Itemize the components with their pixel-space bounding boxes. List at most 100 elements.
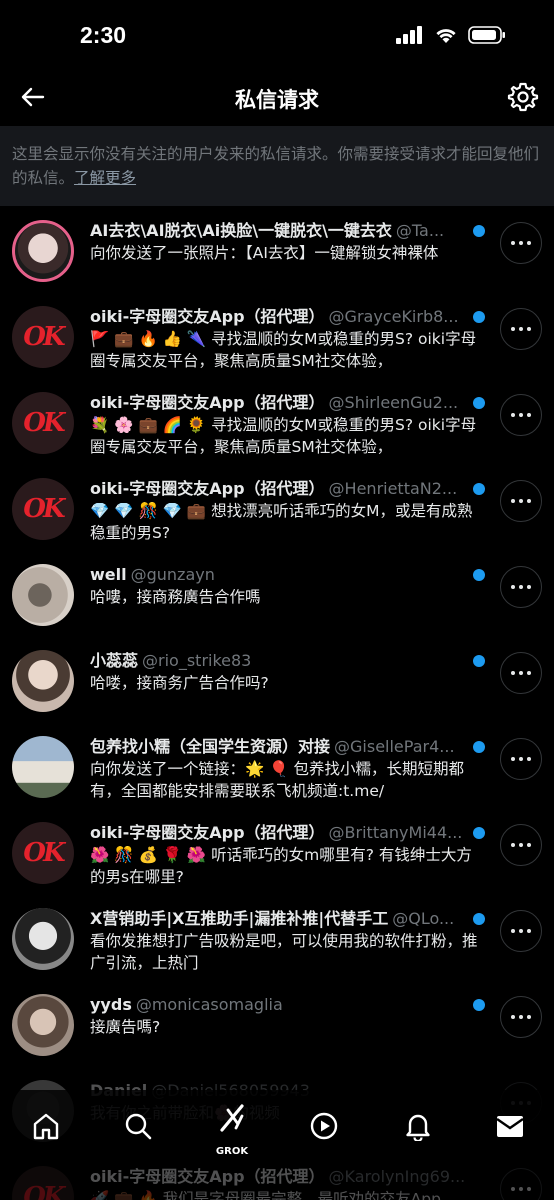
more-dot [527,757,531,761]
request-row[interactable]: OK oiki-字母圈交友App（招代理） @GrayceKirb8... 🚩 💼 🔥… [0,294,554,380]
request-row[interactable]: 小蕊蕊 @rio_strike83 哈喽，接商务广告合作吗? [0,638,554,724]
sender-name: AI去衣\AI脱衣\Ai换脸\一键脱衣\一键去衣 [90,221,392,240]
more-dot [519,1187,523,1191]
more-dot [519,757,523,761]
mail-icon [496,1116,524,1137]
bell-icon [406,1114,430,1141]
more-options-button[interactable] [500,824,542,866]
more-dot [519,843,523,847]
sender-name: X营销助手|X互推助手|漏推补推|代替手工 [90,909,389,928]
message-preview: 💐 🌸 💼 🌈 🌻 寻找温顺的女M或稳重的男S? oiki字母圈专属交友平台，聚… [90,416,477,456]
request-content: 包养找小糯（全国学生资源）对接 @GisellePar4... 向你发送了一个链接：… [90,736,482,802]
more-options-button[interactable] [500,394,542,436]
request-content: oiki-字母圈交友App（招代理） @ShirleenGu2... 💐 🌸 💼 🌈… [90,392,482,458]
more-dot [519,1015,523,1019]
sender-handle: @rio_strike83 [142,651,252,670]
request-content: oiki-字母圈交友App（招代理） @BrittanyMi44... 🌺 🎊 💰 … [90,822,482,888]
more-dot [511,413,515,417]
more-options-button[interactable] [500,738,542,780]
request-row[interactable]: OK oiki-字母圈交友App（招代理） @HenriettaN2... 💎 💎 🎊… [0,466,554,552]
unread-dot [473,225,485,237]
request-content: oiki-字母圈交友App（招代理） @GrayceKirb8... 🚩 💼 🔥 👍… [90,306,482,372]
message-preview: 哈喽，接商务广告合作吗? [90,674,269,692]
avatar[interactable]: OK [12,1166,74,1200]
sender-name: oiki-字母圈交友App（招代理） [90,1167,325,1186]
avatar[interactable]: OK [12,306,74,368]
status-time: 2:30 [80,22,127,48]
more-dot [511,757,515,761]
request-row[interactable]: X营销助手|X互推助手|漏推补推|代替手工 @QLo... 看你发推想打广告吸粉是吧… [0,896,554,982]
more-options-button[interactable] [500,652,542,694]
more-dot [527,413,531,417]
more-dot [527,241,531,245]
search-icon [125,1113,152,1140]
request-content: AI去衣\AI脱衣\Ai换脸\一键脱衣\一键去衣 @Ta... 向你发送了一张照片：… [90,220,482,264]
sender-name: 小蕊蕊 [90,651,139,670]
sender-handle: @KarolynIng69... [328,1167,466,1186]
name-line: X营销助手|X互推助手|漏推补推|代替手工 @QLo... [90,908,482,930]
avatar[interactable] [12,908,74,970]
avatar[interactable] [12,650,74,712]
request-content: oiki-字母圈交友App（招代理） @HenriettaN2... 💎 💎 🎊 💎… [90,478,482,544]
more-options-button[interactable] [500,308,542,350]
battery-icon [468,26,505,44]
sender-handle: @Ta... [395,221,445,240]
request-row[interactable]: AI去衣\AI脱衣\Ai换脸\一键脱衣\一键去衣 @Ta... 向你发送了一张照片：… [0,208,554,294]
unread-dot [473,827,485,839]
request-row[interactable]: yyds @monicasomaglia 接廣告嗎? [0,982,554,1068]
more-options-button[interactable] [500,222,542,264]
avatar[interactable]: OK [12,478,74,540]
request-row[interactable]: OK oiki-字母圈交友App（招代理） @KarolynIng69... 🚀 💼 … [0,1154,554,1200]
nav-video[interactable] [304,1106,344,1146]
avatar[interactable] [12,736,74,798]
request-row[interactable]: well @gunzayn 哈嘍，接商務廣告合作嗎 [0,552,554,638]
settings-button[interactable] [506,80,540,114]
more-dot [527,671,531,675]
avatar[interactable]: OK [12,392,74,454]
avatar[interactable] [12,220,74,282]
request-row[interactable]: OK oiki-字母圈交友App（招代理） @ShirleenGu2... 💐 🌸 💼… [0,380,554,466]
name-line: 小蕊蕊 @rio_strike83 [90,650,482,672]
more-dot [527,327,531,331]
more-dot [527,929,531,933]
sender-name: oiki-字母圈交友App（招代理） [90,479,325,498]
request-content: yyds @monicasomaglia 接廣告嗎? [90,994,482,1038]
more-dot [511,499,515,503]
request-row[interactable]: OK oiki-字母圈交友App（招代理） @BrittanyMi44... 🌺 🎊 … [0,810,554,896]
more-options-button[interactable] [500,1168,542,1200]
nav-notifications[interactable] [398,1106,438,1146]
avatar[interactable]: OK [12,822,74,884]
avatar[interactable] [12,994,74,1056]
page-title: 私信请求 [235,88,319,112]
home-icon [33,1113,59,1140]
more-dot [527,499,531,503]
message-preview: 🌺 🎊 💰 🌹 🌺 听话乖巧的女m哪里有? 有钱绅士大方的男s在哪里? [90,846,472,886]
more-dot [519,585,523,589]
unread-dot [473,999,485,1011]
gear-icon [507,82,539,112]
request-content: oiki-字母圈交友App（招代理） @KarolynIng69... 🚀 💼 🔥 … [90,1166,482,1200]
request-row[interactable]: 包养找小糯（全国学生资源）对接 @GisellePar4... 向你发送了一个链接：… [0,724,554,810]
more-dot [511,843,515,847]
unread-dot [473,913,485,925]
more-dot [519,929,523,933]
unread-dot [473,741,485,753]
more-options-button[interactable] [500,566,542,608]
oiki-logo: OK [20,494,66,524]
nav-search[interactable] [118,1106,158,1146]
sender-name: oiki-字母圈交友App（招代理） [90,823,325,842]
more-options-button[interactable] [500,910,542,952]
nav-home[interactable] [26,1106,66,1146]
wifi-icon [436,29,456,43]
more-options-button[interactable] [500,996,542,1038]
unread-dot [473,655,485,667]
nav-grok[interactable]: GROK [212,1098,252,1157]
nav-messages[interactable] [490,1106,530,1146]
learn-more-link[interactable]: 了解更多 [74,169,136,187]
unread-dot [473,483,485,495]
avatar[interactable] [12,564,74,626]
more-dot [511,241,515,245]
grok-label: GROK [215,1146,249,1157]
more-options-button[interactable] [500,480,542,522]
name-line: oiki-字母圈交友App（招代理） @KarolynIng69... [90,1166,482,1188]
